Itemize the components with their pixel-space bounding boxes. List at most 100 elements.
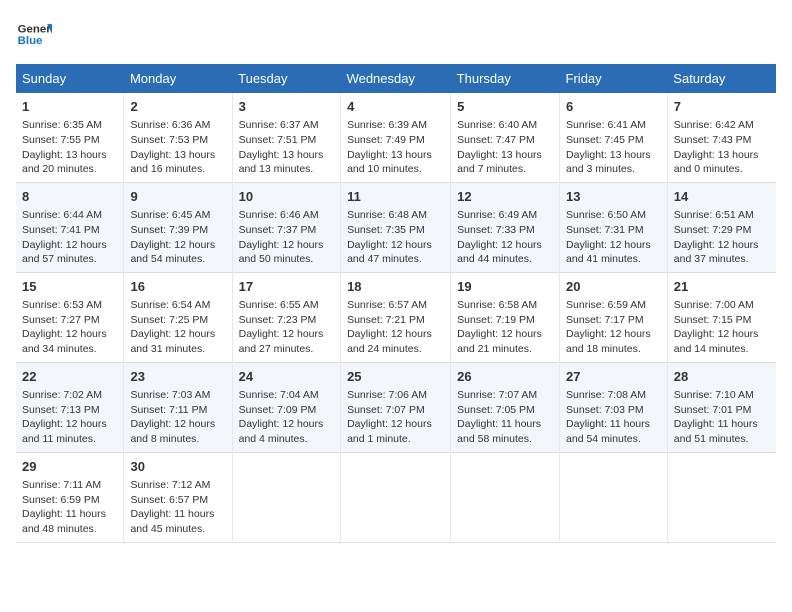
day-info-line: and 37 minutes.: [674, 252, 770, 267]
day-number: 7: [674, 98, 770, 116]
day-info-line: Sunrise: 6:53 AM: [22, 298, 117, 313]
day-number: 13: [566, 188, 661, 206]
day-number: 18: [347, 278, 444, 296]
day-info-line: Sunrise: 7:00 AM: [674, 298, 770, 313]
day-info-line: Sunrise: 6:46 AM: [239, 208, 334, 223]
day-info-line: Sunset: 7:27 PM: [22, 313, 117, 328]
day-cell: 18Sunrise: 6:57 AMSunset: 7:21 PMDayligh…: [341, 272, 451, 362]
day-cell: 1Sunrise: 6:35 AMSunset: 7:55 PMDaylight…: [16, 93, 124, 182]
day-info-line: Daylight: 12 hours: [347, 327, 444, 342]
day-info-line: Sunset: 7:49 PM: [347, 133, 444, 148]
day-info-line: and 51 minutes.: [674, 432, 770, 447]
day-info-line: Sunrise: 6:49 AM: [457, 208, 553, 223]
day-info-line: and 20 minutes.: [22, 162, 117, 177]
day-info-line: Sunset: 7:43 PM: [674, 133, 770, 148]
day-info-line: Sunset: 7:55 PM: [22, 133, 117, 148]
day-cell: [341, 452, 451, 542]
day-info-line: Daylight: 12 hours: [22, 238, 117, 253]
day-info-line: Daylight: 12 hours: [239, 327, 334, 342]
day-info-line: Sunset: 7:03 PM: [566, 403, 661, 418]
day-info-line: Sunset: 7:13 PM: [22, 403, 117, 418]
day-info-line: Sunset: 7:25 PM: [130, 313, 225, 328]
day-info-line: Sunset: 7:07 PM: [347, 403, 444, 418]
day-info-line: Sunset: 7:41 PM: [22, 223, 117, 238]
day-info-line: and 14 minutes.: [674, 342, 770, 357]
day-info-line: Daylight: 12 hours: [130, 238, 225, 253]
day-cell: 14Sunrise: 6:51 AMSunset: 7:29 PMDayligh…: [667, 182, 776, 272]
day-info-line: and 13 minutes.: [239, 162, 334, 177]
day-info-line: Daylight: 12 hours: [130, 417, 225, 432]
day-info-line: Sunrise: 6:50 AM: [566, 208, 661, 223]
day-info-line: Sunset: 7:29 PM: [674, 223, 770, 238]
day-info-line: Sunrise: 7:04 AM: [239, 388, 334, 403]
day-info-line: and 31 minutes.: [130, 342, 225, 357]
day-info-line: Sunset: 7:31 PM: [566, 223, 661, 238]
day-info-line: and 0 minutes.: [674, 162, 770, 177]
day-info-line: Sunrise: 6:44 AM: [22, 208, 117, 223]
day-cell: 25Sunrise: 7:06 AMSunset: 7:07 PMDayligh…: [341, 362, 451, 452]
day-info-line: and 16 minutes.: [130, 162, 225, 177]
day-info-line: and 1 minute.: [347, 432, 444, 447]
day-info-line: and 10 minutes.: [347, 162, 444, 177]
day-info-line: Daylight: 12 hours: [22, 327, 117, 342]
day-cell: 3Sunrise: 6:37 AMSunset: 7:51 PMDaylight…: [232, 93, 340, 182]
day-info-line: Sunset: 7:35 PM: [347, 223, 444, 238]
day-info-line: Sunset: 7:51 PM: [239, 133, 334, 148]
day-info-line: Sunset: 7:17 PM: [566, 313, 661, 328]
day-info-line: Sunset: 7:33 PM: [457, 223, 553, 238]
day-cell: 15Sunrise: 6:53 AMSunset: 7:27 PMDayligh…: [16, 272, 124, 362]
day-info-line: Daylight: 11 hours: [22, 507, 117, 522]
day-info-line: and 54 minutes.: [130, 252, 225, 267]
week-row-2: 8Sunrise: 6:44 AMSunset: 7:41 PMDaylight…: [16, 182, 776, 272]
day-number: 21: [674, 278, 770, 296]
day-number: 22: [22, 368, 117, 386]
day-cell: 8Sunrise: 6:44 AMSunset: 7:41 PMDaylight…: [16, 182, 124, 272]
day-cell: 4Sunrise: 6:39 AMSunset: 7:49 PMDaylight…: [341, 93, 451, 182]
day-cell: 30Sunrise: 7:12 AMSunset: 6:57 PMDayligh…: [124, 452, 232, 542]
day-info-line: Sunset: 7:21 PM: [347, 313, 444, 328]
day-cell: 10Sunrise: 6:46 AMSunset: 7:37 PMDayligh…: [232, 182, 340, 272]
day-number: 5: [457, 98, 553, 116]
day-info-line: Daylight: 13 hours: [22, 148, 117, 163]
day-info-line: Daylight: 13 hours: [674, 148, 770, 163]
day-cell: 23Sunrise: 7:03 AMSunset: 7:11 PMDayligh…: [124, 362, 232, 452]
day-info-line: and 21 minutes.: [457, 342, 553, 357]
day-number: 9: [130, 188, 225, 206]
day-info-line: Sunset: 7:53 PM: [130, 133, 225, 148]
day-info-line: Daylight: 12 hours: [457, 238, 553, 253]
day-info-line: and 44 minutes.: [457, 252, 553, 267]
day-cell: 7 Sunrise: 6:42 AMSunset: 7:43 PMDaylight…: [667, 93, 776, 182]
day-cell: 27Sunrise: 7:08 AMSunset: 7:03 PMDayligh…: [560, 362, 668, 452]
day-number: 23: [130, 368, 225, 386]
day-number: 17: [239, 278, 334, 296]
calendar-table: SundayMondayTuesdayWednesdayThursdayFrid…: [16, 64, 776, 543]
day-cell: 2Sunrise: 6:36 AMSunset: 7:53 PMDaylight…: [124, 93, 232, 182]
day-info-line: Daylight: 11 hours: [457, 417, 553, 432]
day-number: 1: [22, 98, 117, 116]
day-info-line: Daylight: 13 hours: [347, 148, 444, 163]
col-header-tuesday: Tuesday: [232, 64, 340, 93]
day-cell: 24Sunrise: 7:04 AMSunset: 7:09 PMDayligh…: [232, 362, 340, 452]
day-info-line: and 58 minutes.: [457, 432, 553, 447]
day-info-line: Sunset: 7:39 PM: [130, 223, 225, 238]
col-header-friday: Friday: [560, 64, 668, 93]
day-number: 27: [566, 368, 661, 386]
day-info-line: Sunrise: 6:55 AM: [239, 298, 334, 313]
col-header-sunday: Sunday: [16, 64, 124, 93]
day-info-line: Sunrise: 6:58 AM: [457, 298, 553, 313]
day-info-line: Sunrise: 6:42 AM: [674, 118, 770, 133]
day-info-line: Sunset: 7:05 PM: [457, 403, 553, 418]
day-number: 6: [566, 98, 661, 116]
day-info-line: and 48 minutes.: [22, 522, 117, 537]
day-info-line: Daylight: 12 hours: [130, 327, 225, 342]
day-number: 16: [130, 278, 225, 296]
day-number: 20: [566, 278, 661, 296]
week-row-5: 29Sunrise: 7:11 AMSunset: 6:59 PMDayligh…: [16, 452, 776, 542]
col-header-wednesday: Wednesday: [341, 64, 451, 93]
day-info-line: Daylight: 12 hours: [566, 327, 661, 342]
day-cell: 13Sunrise: 6:50 AMSunset: 7:31 PMDayligh…: [560, 182, 668, 272]
col-header-thursday: Thursday: [451, 64, 560, 93]
day-info-line: Daylight: 12 hours: [347, 417, 444, 432]
day-info-line: Daylight: 12 hours: [347, 238, 444, 253]
day-cell: 28Sunrise: 7:10 AMSunset: 7:01 PMDayligh…: [667, 362, 776, 452]
